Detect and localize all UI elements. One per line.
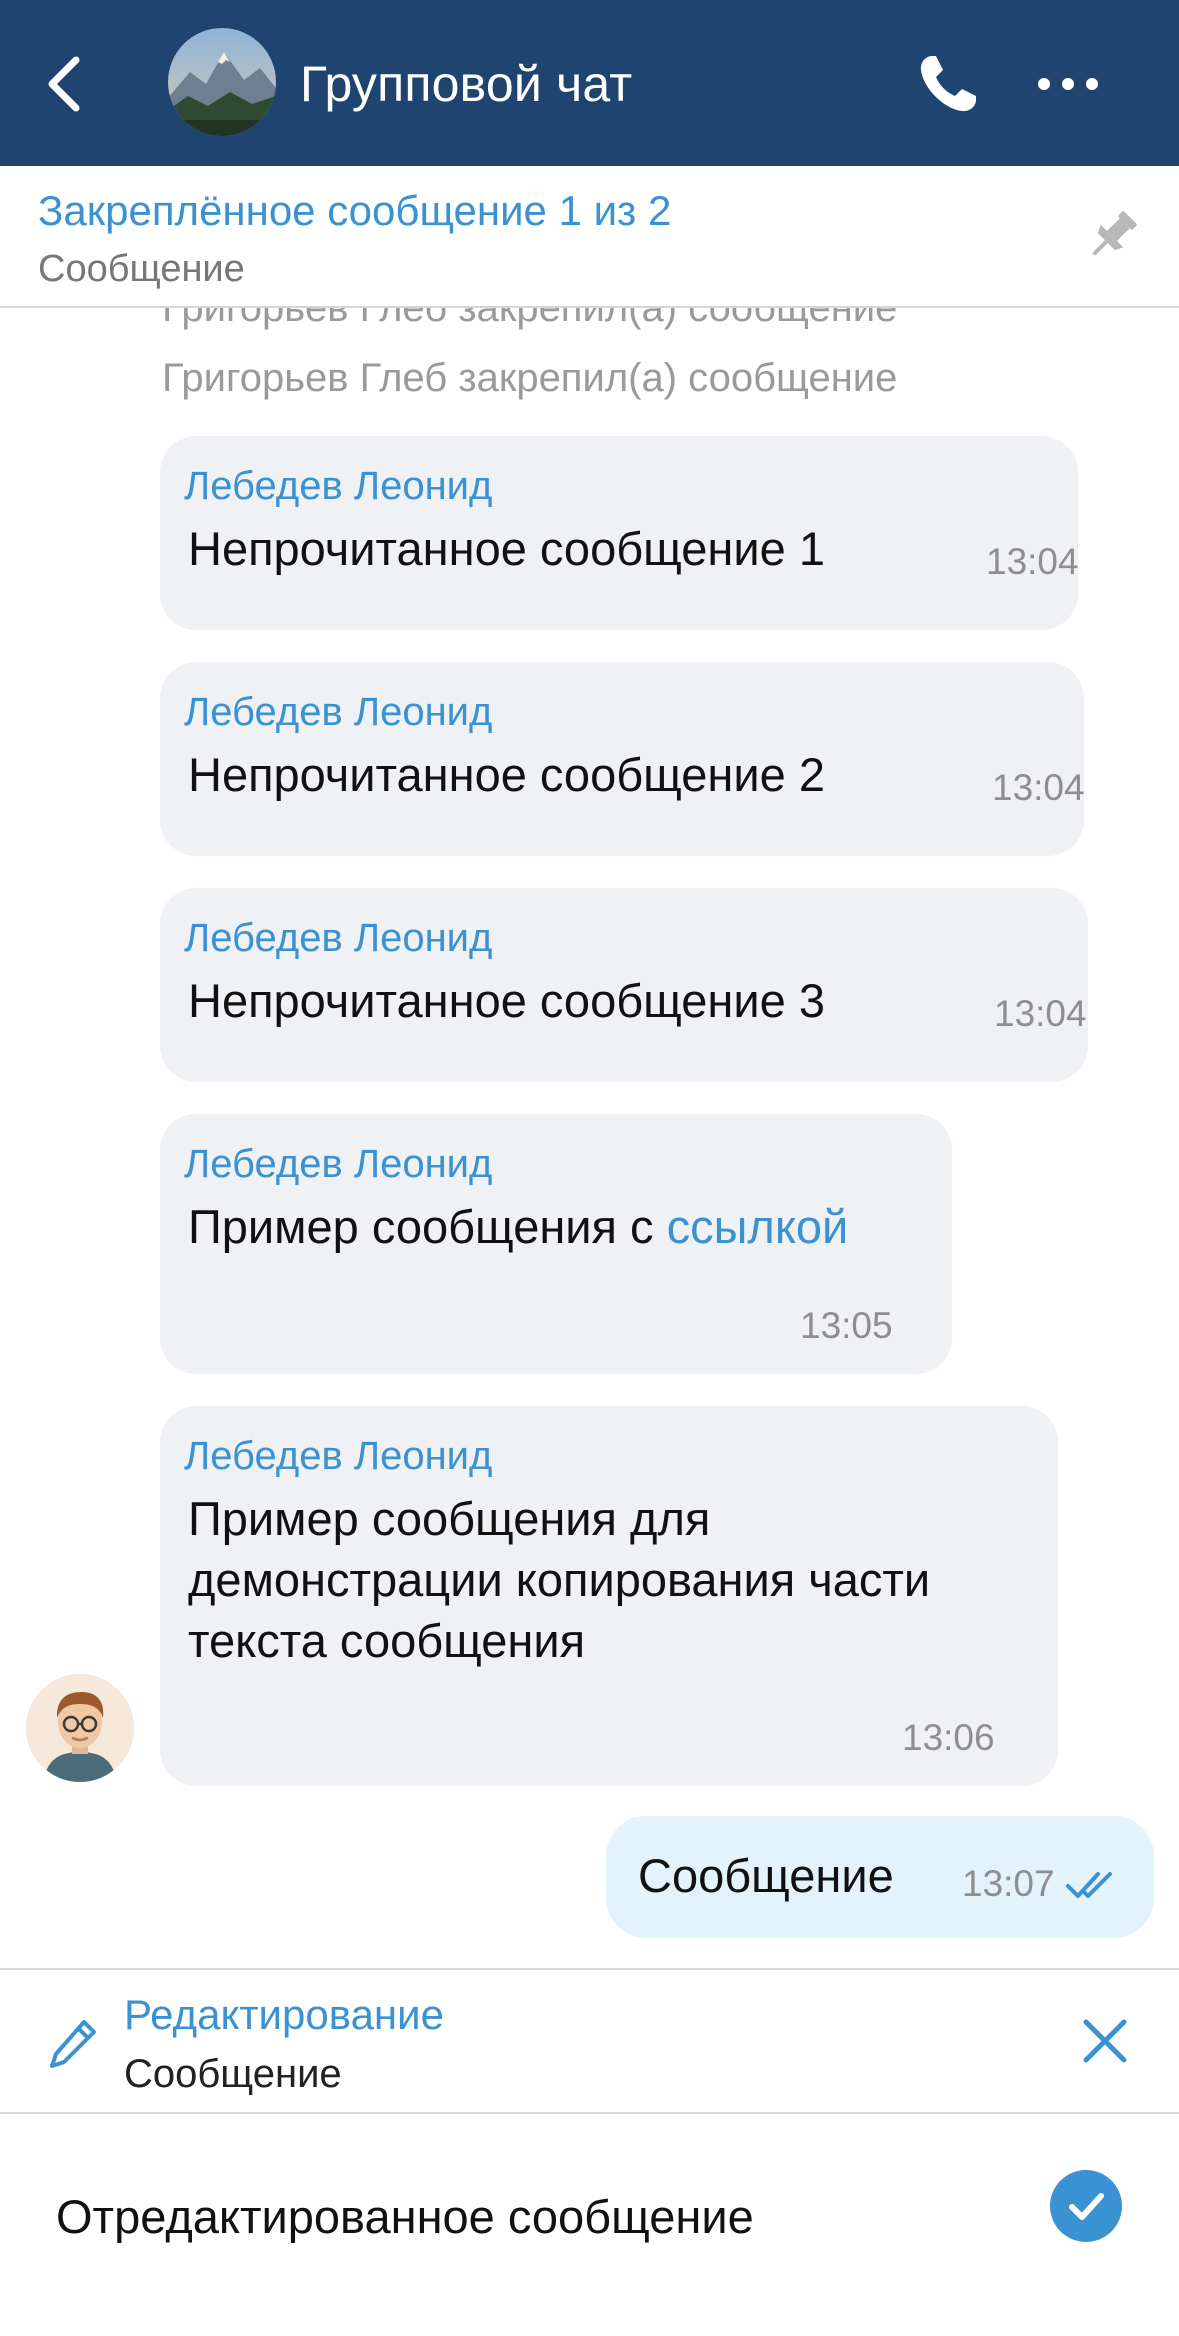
- sender-name[interactable]: Лебедев Леонид: [184, 1432, 492, 1480]
- check-icon: [1069, 2193, 1104, 2220]
- message-text: Сообщение: [638, 1849, 894, 1902]
- sender-name[interactable]: Лебедев Леонид: [184, 688, 492, 736]
- message-list[interactable]: Григорьев Глеб закрепил(а) сообщение Гри…: [0, 308, 1179, 1968]
- incoming-message[interactable]: Лебедев Леонид Непрочитанное сообщение 3…: [160, 888, 1088, 1082]
- incoming-message[interactable]: Лебедев Леонид Непрочитанное сообщение 1…: [160, 436, 1079, 630]
- message-composer: [0, 2114, 1179, 2336]
- message-time: 13:05: [800, 1305, 893, 1346]
- sender-name[interactable]: Лебедев Леонид: [184, 914, 492, 962]
- back-button[interactable]: [36, 44, 100, 124]
- more-button[interactable]: [1032, 58, 1104, 110]
- message-time: 13:04: [992, 767, 1085, 808]
- pin-button[interactable]: [1080, 204, 1144, 268]
- user-avatar-image: [26, 1674, 134, 1782]
- sender-name[interactable]: Лебедев Леонид: [184, 1140, 492, 1188]
- pencil-icon: [50, 2020, 96, 2068]
- group-avatar[interactable]: [168, 28, 276, 136]
- incoming-message[interactable]: Лебедев Леонид Непрочитанное сообщение 2…: [160, 662, 1085, 856]
- system-message: Григорьев Глеб закрепил(а) сообщение: [162, 308, 898, 330]
- pinned-title: Закреплённое сообщение 1 из 2: [38, 187, 672, 234]
- pin-icon: [1092, 211, 1137, 256]
- message-text: Непрочитанное сообщение 1: [188, 522, 825, 575]
- chat-screen: Групповой чат Закреплённое сообщение 1 и…: [0, 0, 1179, 2336]
- call-button[interactable]: [912, 48, 984, 120]
- double-check-icon: [1066, 1872, 1112, 1898]
- message-time: 13:07: [962, 1863, 1055, 1904]
- close-icon: [1083, 2019, 1127, 2063]
- message-text: Пример сообщения для демонстрации копиро…: [188, 1492, 931, 1667]
- message-time: 13:04: [994, 993, 1087, 1034]
- edit-panel: Редактирование Сообщение: [0, 1968, 1179, 2114]
- message-text: Пример сообщения с ссылкой: [188, 1196, 848, 1257]
- message-text: Непрочитанное сообщение 3: [188, 974, 825, 1027]
- pinned-message-bar[interactable]: Закреплённое сообщение 1 из 2 Сообщение: [0, 166, 1179, 308]
- cancel-edit-button[interactable]: [1078, 2014, 1132, 2068]
- sender-name[interactable]: Лебедев Леонид: [184, 462, 492, 510]
- confirm-edit-button[interactable]: [1050, 2170, 1122, 2242]
- chat-header: Групповой чат: [0, 0, 1179, 166]
- message-text-part: Пример сообщения с: [188, 1200, 667, 1253]
- pinned-text: Сообщение: [38, 248, 245, 290]
- message-input[interactable]: [56, 2178, 1016, 2254]
- message-time: 13:04: [986, 541, 1079, 582]
- more-icon: [1038, 78, 1098, 90]
- outgoing-message[interactable]: Сообщение 13:07: [606, 1816, 1154, 1938]
- message-text: Непрочитанное сообщение 2: [188, 748, 825, 801]
- phone-icon: [920, 56, 976, 112]
- edit-title: Редактирование: [124, 1991, 444, 2038]
- system-message: Григорьев Глеб закрепил(а) сообщение: [162, 356, 898, 400]
- edit-indicator: [46, 2014, 102, 2074]
- mountain-landscape-image: [168, 28, 276, 136]
- sender-avatar[interactable]: [26, 1674, 134, 1782]
- incoming-message[interactable]: Лебедев Леонид Пример сообщения с ссылко…: [160, 1114, 952, 1374]
- read-status: [1064, 1866, 1120, 1902]
- chat-title[interactable]: Групповой чат: [300, 54, 632, 114]
- edit-original-text: Сообщение: [124, 2052, 342, 2096]
- message-time: 13:06: [902, 1717, 995, 1758]
- message-link[interactable]: ссылкой: [667, 1200, 849, 1253]
- incoming-message[interactable]: Лебедев Леонид Пример сообщения для демо…: [160, 1406, 1058, 1786]
- chevron-left-icon: [48, 56, 80, 112]
